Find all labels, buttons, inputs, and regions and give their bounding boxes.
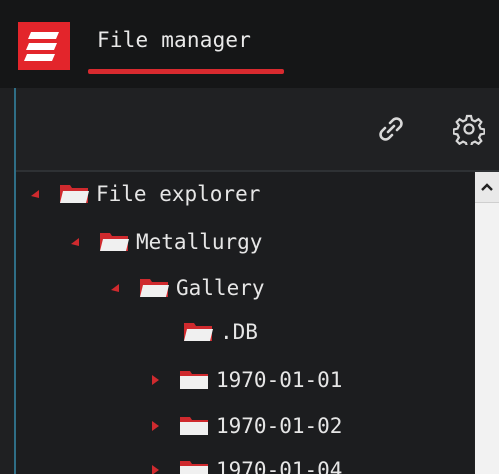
link-icon — [379, 117, 403, 141]
folder-open-icon — [140, 279, 169, 297]
tree-node-label: 1970-01-01 — [216, 368, 343, 392]
folder-closed-icon — [180, 371, 208, 389]
caret-down-icon[interactable] — [28, 187, 42, 201]
tree-node-1970-01-02[interactable]: 1970-01-02 — [148, 406, 342, 446]
tree-node-metallurgy[interactable]: Metallurgy — [68, 222, 262, 262]
caret-right-icon[interactable] — [148, 419, 162, 433]
tree-node-label: Gallery — [176, 276, 265, 300]
folder-open-icon — [100, 233, 129, 251]
file-tree: File explorer Metallurgy Gallery .DB 197… — [16, 172, 474, 474]
tree-node-label: 1970-01-04 — [216, 458, 343, 474]
left-edge-border — [0, 88, 16, 474]
link-button[interactable] — [372, 110, 410, 148]
vertical-scrollbar[interactable] — [475, 172, 499, 474]
tree-node-label: .DB — [220, 320, 258, 344]
tree-node-label: 1970-01-02 — [216, 414, 343, 438]
tree-node-1970-01-04[interactable]: 1970-01-04 — [148, 450, 342, 474]
tree-node-1970-01-01[interactable]: 1970-01-01 — [148, 360, 342, 400]
scroll-up-button[interactable] — [475, 172, 499, 203]
folder-open-icon — [184, 323, 213, 341]
active-tab-indicator — [88, 69, 284, 74]
chevron-up-icon — [481, 183, 493, 191]
caret-down-icon[interactable] — [68, 235, 82, 249]
tree-node-db[interactable]: .DB — [182, 312, 258, 352]
folder-open-icon — [60, 185, 89, 203]
page-title[interactable]: File manager — [97, 28, 251, 52]
tree-node-gallery[interactable]: Gallery — [108, 268, 265, 308]
logo-mark-icon — [24, 32, 59, 61]
toolbar — [16, 88, 499, 172]
settings-button[interactable] — [450, 110, 488, 148]
gear-icon — [453, 114, 485, 145]
caret-down-icon[interactable] — [108, 281, 122, 295]
tree-node-file-explorer[interactable]: File explorer — [28, 174, 260, 214]
tree-node-label: File explorer — [96, 182, 261, 206]
tree-node-label: Metallurgy — [136, 230, 263, 254]
app-header: File manager — [0, 0, 499, 88]
caret-right-icon[interactable] — [148, 373, 162, 387]
folder-closed-icon — [180, 417, 208, 435]
caret-right-icon[interactable] — [148, 463, 162, 474]
folder-closed-icon — [180, 461, 208, 474]
app-logo[interactable] — [18, 22, 70, 70]
